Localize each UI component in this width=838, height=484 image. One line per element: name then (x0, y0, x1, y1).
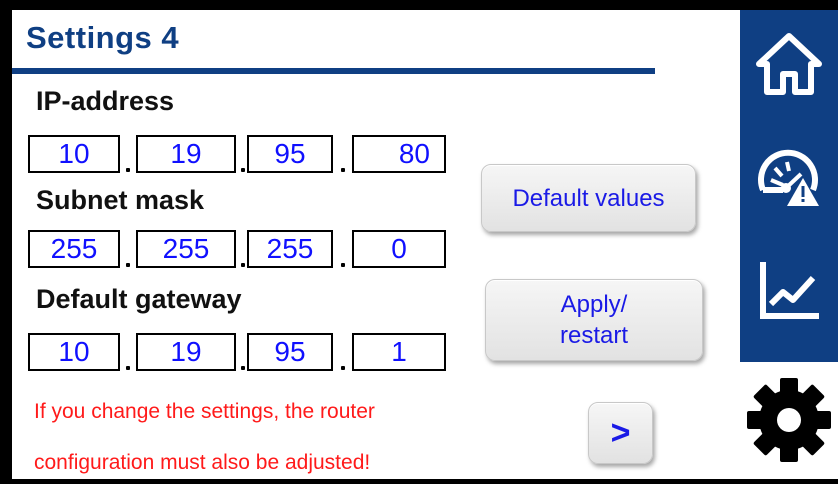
ip-dot-1 (126, 168, 130, 172)
gateway-octet-4[interactable]: 1 (352, 333, 446, 371)
default-values-button[interactable]: Default values (481, 164, 696, 232)
sidebar-item-alarm[interactable] (740, 130, 838, 230)
warning-line-2: configuration must also be adjusted! (34, 451, 371, 474)
subnet-mask-octet-4[interactable]: 0 (352, 230, 446, 268)
sidebar-item-settings[interactable] (740, 362, 838, 479)
subnet-dot-2 (241, 263, 245, 267)
sidebar-item-trends[interactable] (740, 240, 838, 340)
ip-address-octet-1[interactable]: 10 (28, 135, 120, 173)
default-gateway-label: Default gateway (36, 284, 242, 314)
title-divider (12, 68, 655, 74)
apply-restart-button[interactable]: Apply/ restart (485, 279, 703, 361)
ip-address-octet-4[interactable]: 80 (352, 135, 446, 173)
sidebar-item-home[interactable] (740, 14, 838, 114)
warning-line-1: If you change the settings, the router (34, 400, 375, 423)
subnet-dot-1 (126, 263, 130, 267)
page-title: Settings 4 (26, 20, 180, 55)
subnet-mask-octet-2[interactable]: 255 (136, 230, 236, 268)
top-bar (0, 0, 838, 10)
gateway-octet-3[interactable]: 95 (247, 333, 333, 371)
subnet-mask-octet-1[interactable]: 255 (28, 230, 120, 268)
subnet-mask-label: Subnet mask (36, 185, 205, 215)
line-chart-icon (760, 262, 819, 319)
gateway-dot-3 (341, 366, 345, 370)
gateway-dot-2 (241, 366, 245, 370)
subnet-mask-octet-3[interactable]: 255 (247, 230, 333, 268)
ip-address-octet-3[interactable]: 95 (247, 135, 333, 173)
ip-dot-3 (341, 168, 345, 172)
ip-dot-2 (241, 168, 245, 172)
ip-address-octet-2[interactable]: 19 (136, 135, 236, 173)
next-page-button[interactable]: > (588, 402, 653, 464)
home-icon (756, 33, 822, 95)
subnet-dot-3 (341, 263, 345, 267)
gateway-octet-1[interactable]: 10 (28, 333, 120, 371)
gateway-octet-2[interactable]: 19 (136, 333, 236, 371)
gauge-warning-icon (758, 149, 819, 206)
gateway-dot-1 (126, 366, 130, 370)
ip-address-label: IP-address (36, 86, 175, 116)
gear-icon (747, 378, 831, 462)
